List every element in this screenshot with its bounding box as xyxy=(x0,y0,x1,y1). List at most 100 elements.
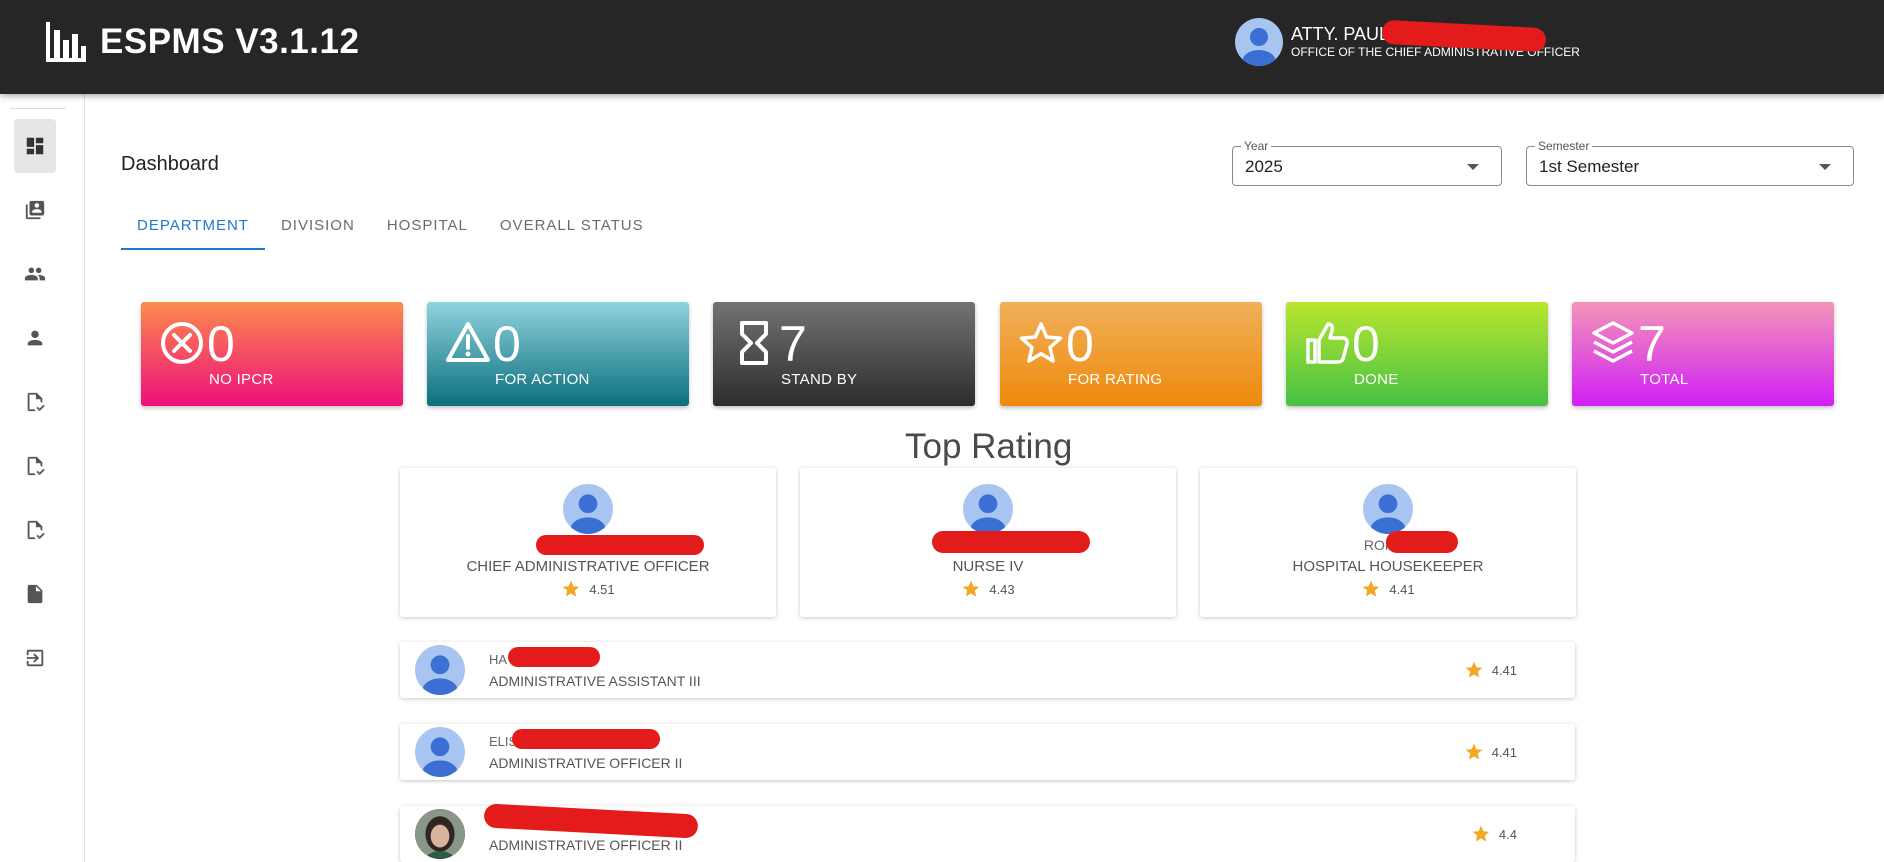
redaction-mark xyxy=(932,531,1090,553)
app-header: ESPMS V3.1.12 ATTY. PAUL OFFICE OF THE C… xyxy=(0,0,1884,94)
avatar xyxy=(415,809,465,859)
avatar xyxy=(963,484,1013,534)
top-rating-card[interactable]: RHEA NURSE IV 4.43 xyxy=(800,468,1176,617)
person-icon xyxy=(570,494,606,534)
semester-select[interactable]: Semester 1st Semester xyxy=(1526,139,1854,186)
document-check-icon xyxy=(27,520,45,540)
redaction-mark xyxy=(483,803,699,839)
star-icon xyxy=(1363,580,1380,597)
document-icon xyxy=(27,584,43,604)
sidebar-item-document-check-1[interactable] xyxy=(14,375,56,429)
tab-hospital[interactable]: HOSPITAL xyxy=(371,208,484,250)
top-rating-card[interactable]: RONAL HOSPITAL HOUSEKEEPER 4.41 xyxy=(1200,468,1576,617)
employee-rating: 4.43 xyxy=(800,579,1176,599)
stat-label: DONE xyxy=(1354,371,1399,388)
redaction-mark xyxy=(536,535,704,555)
sidebar-item-logout[interactable] xyxy=(14,631,56,685)
sidebar-item-dashboard[interactable] xyxy=(14,119,56,173)
stat-label: NO IPCR xyxy=(209,371,274,388)
list-item[interactable]: ADMINISTRATIVE OFFICER II 4.4 xyxy=(400,803,1575,862)
list-item[interactable]: ELIS ADMINISTRATIVE OFFICER II 4.41 xyxy=(400,724,1575,780)
employee-position: HOSPITAL HOUSEKEEPER xyxy=(1292,558,1484,575)
stat-value: 0 xyxy=(493,316,521,372)
top-rating-title: Top Rating xyxy=(905,427,1073,466)
rating-value: 4.43 xyxy=(989,581,1015,597)
stat-label: STAND BY xyxy=(781,371,858,388)
stat-card-no-ipcr[interactable]: 0 NO IPCR xyxy=(141,302,403,406)
stat-card-total[interactable]: 7 TOTAL xyxy=(1572,302,1834,406)
bar-chart-icon xyxy=(46,22,86,62)
rating-value: 4.41 xyxy=(1491,662,1517,678)
sidebar-item-document-check-3[interactable] xyxy=(14,503,56,557)
redaction-mark xyxy=(1386,531,1458,553)
year-select[interactable]: Year 2025 xyxy=(1232,139,1502,186)
sidebar-item-document[interactable] xyxy=(14,567,56,621)
list-item[interactable]: HA ADMINISTRATIVE ASSISTANT III 4.41 xyxy=(400,642,1575,698)
contacts-book-icon xyxy=(25,200,45,220)
rating-value: 4.41 xyxy=(1491,744,1517,760)
star-icon xyxy=(1465,661,1483,678)
rating-value: 4.51 xyxy=(589,581,615,597)
warning-icon xyxy=(445,320,491,366)
person-icon xyxy=(27,330,43,346)
app-title: ESPMS V3.1.12 xyxy=(100,22,360,61)
stat-card-done[interactable]: 0 DONE xyxy=(1286,302,1548,406)
rating-value: 4.41 xyxy=(1389,581,1415,597)
logout-icon xyxy=(26,649,44,667)
employee-name: HA xyxy=(489,652,508,667)
stat-value: 7 xyxy=(1638,316,1666,372)
document-check-icon xyxy=(27,456,45,476)
people-icon xyxy=(24,267,46,281)
x-circle-icon xyxy=(159,320,205,366)
person-icon xyxy=(1242,28,1276,66)
rating-value: 4.4 xyxy=(1498,826,1517,842)
employee-rating: 4.41 xyxy=(1200,579,1576,599)
stat-label: FOR RATING xyxy=(1068,371,1163,388)
employee-position: NURSE IV xyxy=(952,558,1024,575)
person-icon xyxy=(970,494,1006,534)
star-icon xyxy=(563,580,580,597)
tab-overall-status[interactable]: OVERALL STATUS xyxy=(484,208,660,250)
employee-rating: 4.41 xyxy=(1464,660,1517,680)
tab-division[interactable]: DIVISION xyxy=(265,208,371,250)
thumbs-up-icon xyxy=(1304,320,1350,366)
chevron-down-icon xyxy=(1819,164,1831,170)
semester-select-value: 1st Semester xyxy=(1539,157,1640,176)
person-icon xyxy=(422,737,458,777)
employee-position: CHIEF ADMINISTRATIVE OFFICER xyxy=(466,558,710,575)
stat-card-for-action[interactable]: 0 FOR ACTION xyxy=(427,302,689,406)
document-check-icon xyxy=(27,392,45,412)
semester-select-label: Semester xyxy=(1535,139,1593,153)
stat-label: FOR ACTION xyxy=(495,371,590,388)
employee-position: ADMINISTRATIVE OFFICER II xyxy=(489,837,683,853)
stat-value: 0 xyxy=(207,316,235,372)
redaction-mark xyxy=(512,729,660,749)
employee-position: ADMINISTRATIVE OFFICER II xyxy=(489,755,683,771)
sidebar-item-profile[interactable] xyxy=(14,311,56,365)
user-avatar xyxy=(1235,18,1283,66)
avatar xyxy=(563,484,613,534)
dashboard-icon xyxy=(26,137,44,155)
sidebar xyxy=(0,94,85,862)
layers-icon xyxy=(1590,320,1636,366)
star-icon xyxy=(1465,743,1483,760)
sidebar-item-records[interactable] xyxy=(14,183,56,237)
divider xyxy=(10,108,66,109)
stat-value: 0 xyxy=(1066,316,1094,372)
stat-label: TOTAL xyxy=(1640,371,1689,388)
stat-card-for-rating[interactable]: 0 FOR RATING xyxy=(1000,302,1262,406)
star-outline-icon xyxy=(1018,320,1064,366)
year-select-label: Year xyxy=(1241,139,1272,153)
sidebar-item-document-check-2[interactable] xyxy=(14,439,56,493)
tab-department[interactable]: DEPARTMENT xyxy=(121,208,265,250)
stat-value: 7 xyxy=(779,316,807,372)
hourglass-icon xyxy=(731,320,777,366)
avatar xyxy=(415,645,465,695)
top-rating-card[interactable]: ATTY CHIEF ADMINISTRATIVE OFFICER 4.51 xyxy=(400,468,776,617)
sidebar-item-employees[interactable] xyxy=(14,247,56,301)
star-icon xyxy=(1472,825,1490,842)
stat-value: 0 xyxy=(1352,316,1380,372)
avatar xyxy=(1363,484,1413,534)
brand[interactable]: ESPMS V3.1.12 xyxy=(44,18,359,66)
stat-card-stand-by[interactable]: 7 STAND BY xyxy=(713,302,975,406)
